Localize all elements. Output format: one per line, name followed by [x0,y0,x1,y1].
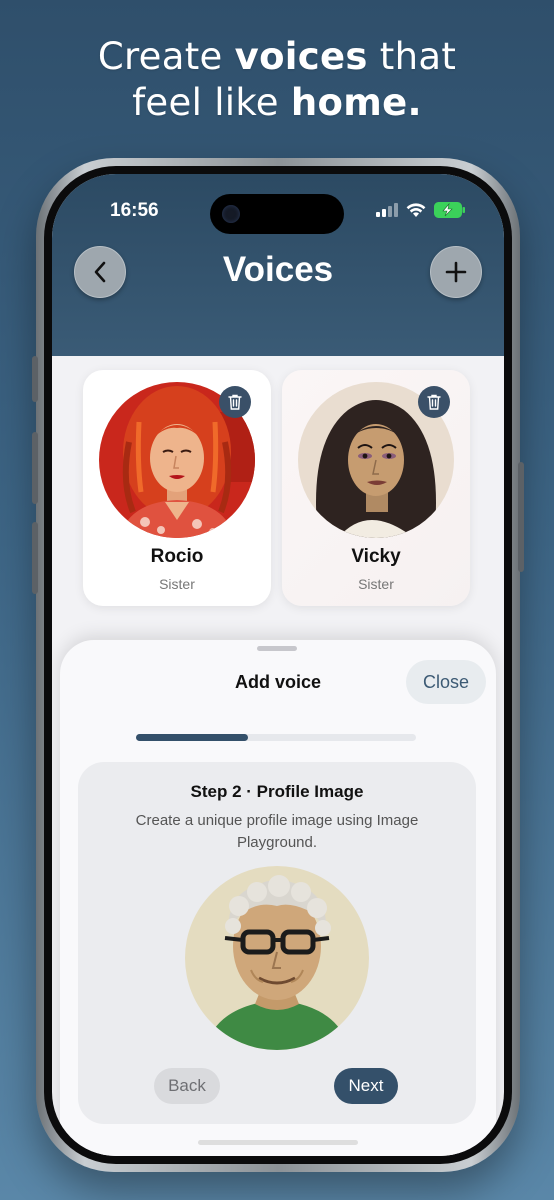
voice-card[interactable]: Rocio Sister [83,370,271,606]
step-card: Step 2 · Profile Image Create a unique p… [78,762,476,1124]
home-indicator[interactable] [198,1140,358,1145]
camera-icon [222,205,240,223]
older-man-portrait [185,866,369,1050]
mute-switch [32,356,38,402]
sheet-grabber[interactable] [257,646,297,651]
step-description: Create a unique profile image using Imag… [135,812,419,851]
next-button[interactable]: Next [334,1068,398,1104]
dynamic-island [210,194,344,234]
status-time: 16:56 [110,200,159,221]
delete-voice-button[interactable] [219,386,251,418]
marketing-headline: Create voices that feel like home. [97,35,457,124]
plus-icon [445,261,467,283]
voice-relation: Sister [159,576,195,592]
navigation-header: 16:56 Voices [52,174,504,356]
voice-name: Rocio [150,546,204,567]
trash-icon [427,394,441,410]
step-title: Step 2 · Profile Image [190,782,364,801]
back-button[interactable]: Back [154,1068,220,1104]
step-progress-bar [136,734,416,741]
volume-up-button [32,432,38,504]
voice-name: Vicky [351,546,401,567]
wifi-icon [406,202,426,217]
power-button [518,462,524,572]
status-icons [376,202,466,218]
generated-profile-image[interactable] [185,866,369,1050]
add-voice-sheet: Add voice Close Step 2 · Profile Image C… [60,640,496,1156]
add-voice-button[interactable] [430,246,482,298]
voice-card[interactable]: Vicky Sister [282,370,470,606]
trash-icon [228,394,242,410]
phone-screen: 16:56 Voices Rocio Sister Vicky Sister A… [52,174,504,1156]
step-progress-fill [136,734,248,741]
volume-down-button [32,522,38,594]
voice-relation: Sister [358,576,394,592]
close-button[interactable]: Close [406,660,486,704]
battery-charging-icon [434,202,465,218]
delete-voice-button[interactable] [418,386,450,418]
signal-icon [376,203,398,217]
